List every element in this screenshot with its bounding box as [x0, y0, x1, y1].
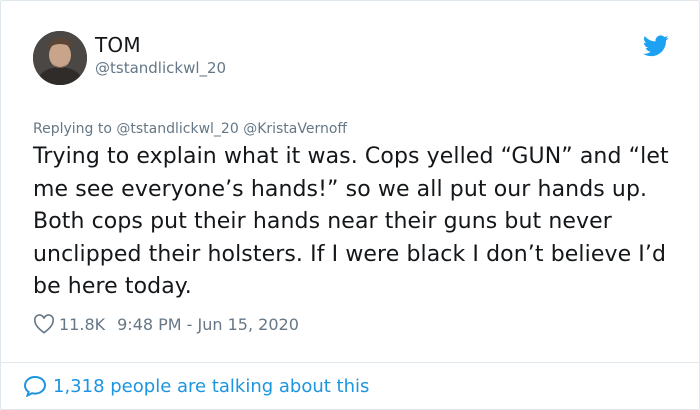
heart-icon[interactable] — [33, 314, 55, 334]
author-handle[interactable]: @tstandlickwl_20 — [95, 59, 226, 77]
divider — [1, 362, 699, 363]
avatar[interactable] — [33, 31, 87, 85]
author-name[interactable]: TOM — [95, 33, 141, 57]
talking-about-label[interactable]: 1,318 people are talking about this — [53, 376, 369, 397]
tweet-card: TOM @tstandlickwl_20 Replying to @tstand… — [0, 0, 700, 410]
like-count[interactable]: 11.8K — [59, 315, 105, 334]
reply-mentions[interactable]: @tstandlickwl_20 @KristaVernoff — [116, 121, 347, 137]
tweet-timestamp[interactable]: 9:48 PM - Jun 15, 2020 — [117, 315, 299, 334]
speech-bubble-icon — [23, 375, 47, 397]
twitter-bird-icon[interactable] — [643, 35, 669, 57]
talking-about-link[interactable]: 1,318 people are talking about this — [23, 375, 369, 397]
tweet-text: Trying to explain what it was. Cops yell… — [33, 144, 669, 299]
replying-to-line: Replying to @tstandlickwl_20 @KristaVern… — [33, 121, 347, 137]
replying-to-label: Replying to — [33, 121, 112, 137]
tweet-meta: 11.8K 9:48 PM - Jun 15, 2020 — [33, 314, 299, 334]
